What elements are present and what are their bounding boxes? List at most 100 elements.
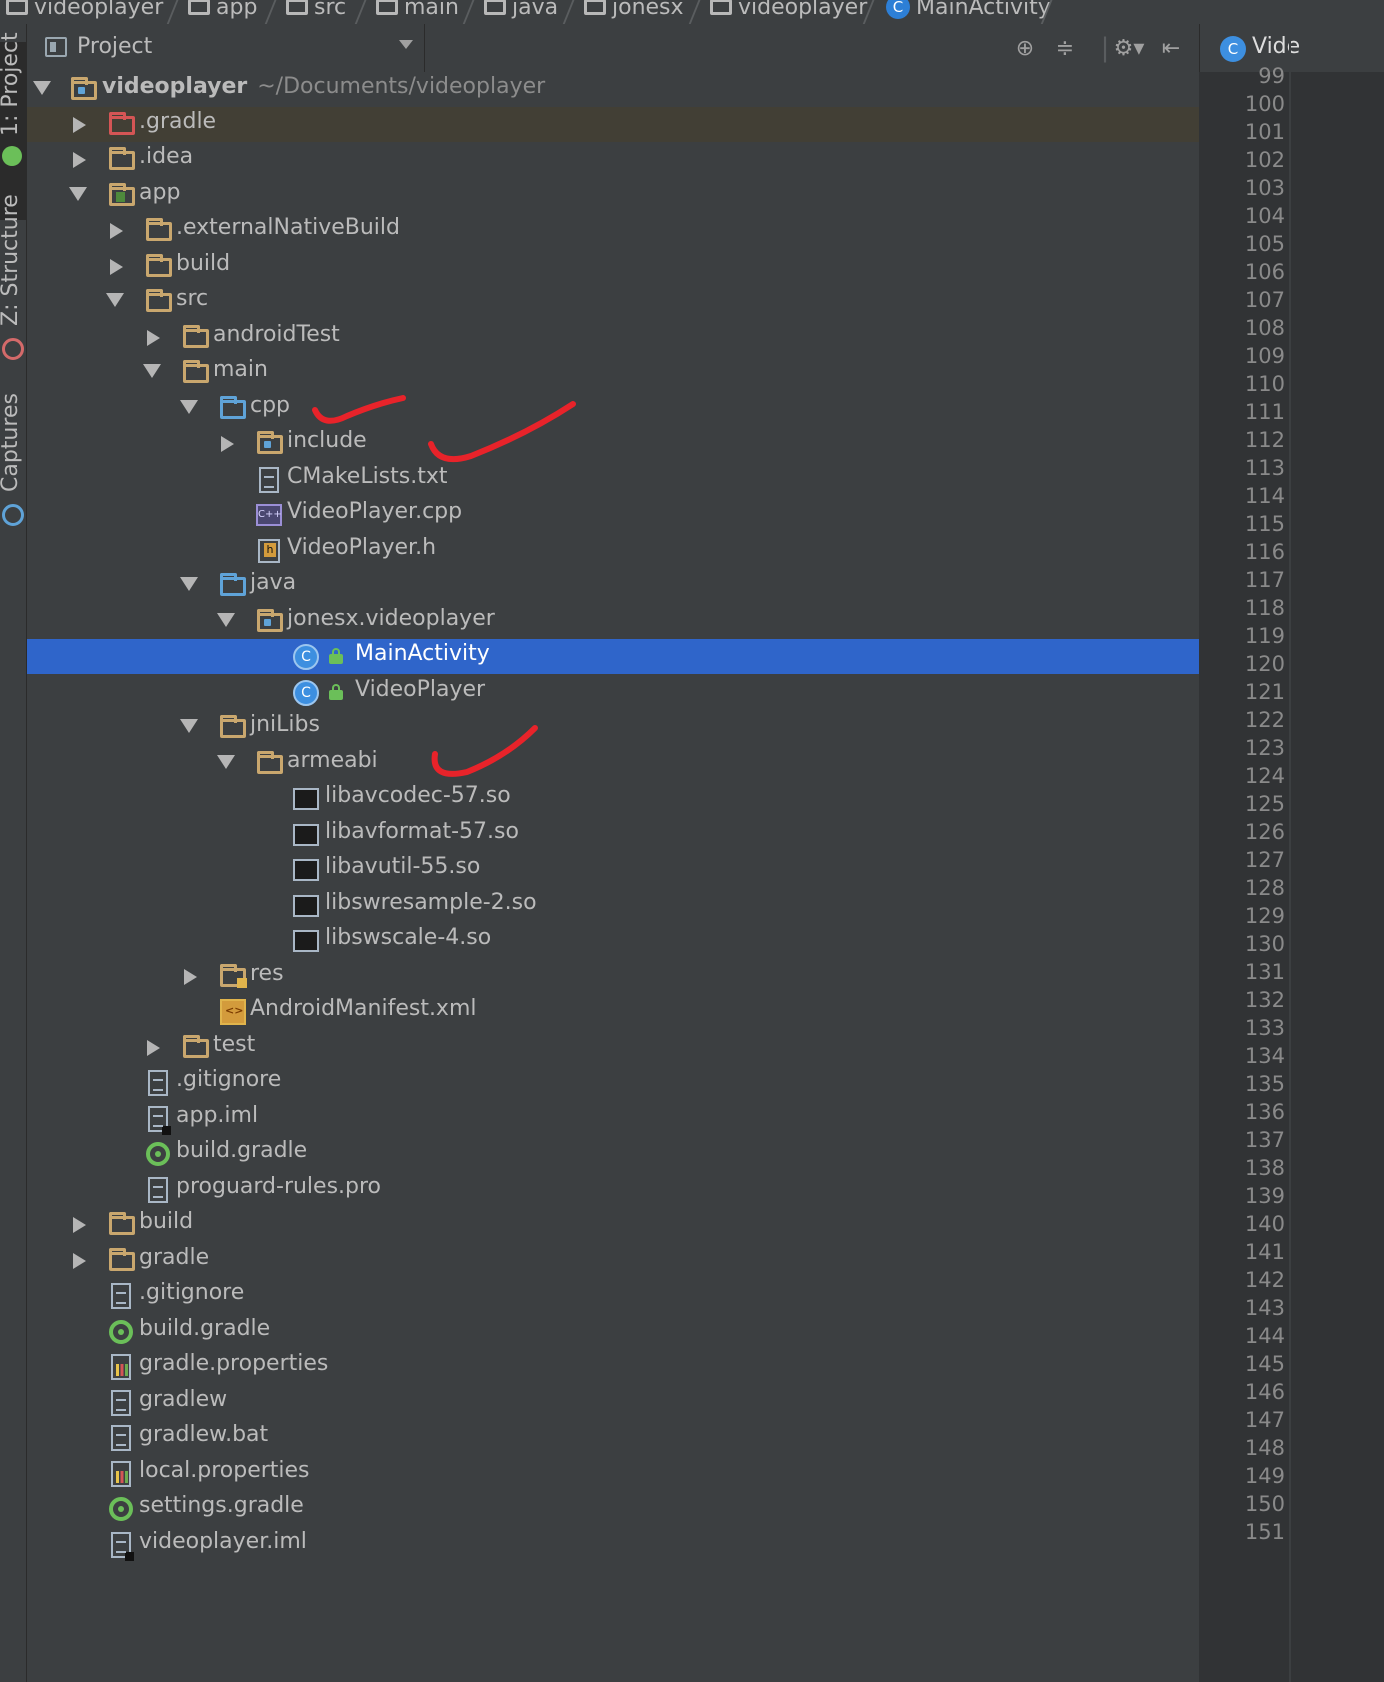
tree-row[interactable]: .idea [27, 142, 1199, 177]
expand-arrow-icon[interactable] [180, 719, 198, 733]
tree-row[interactable]: videoplayer.iml [27, 1527, 1199, 1562]
tree-row[interactable]: .externalNativeBuild [27, 213, 1199, 248]
line-number: 137 [1244, 1128, 1285, 1152]
expand-arrow-icon[interactable] [180, 400, 198, 414]
breadcrumb-src[interactable]: src [286, 0, 346, 22]
tree-row[interactable]: proguard-rules.pro [27, 1172, 1199, 1207]
tree-row[interactable]: armeabi [27, 746, 1199, 781]
line-number: 118 [1244, 596, 1285, 620]
line-number: 123 [1244, 736, 1285, 760]
line-number: 139 [1244, 1184, 1285, 1208]
tree-row[interactable]: local.properties [27, 1456, 1199, 1491]
folder-icon [109, 147, 135, 170]
tree-row[interactable]: gradlew [27, 1385, 1199, 1420]
expand-arrow-icon[interactable] [106, 293, 124, 307]
tree-row[interactable]: libavcodec-57.so [27, 781, 1199, 816]
tree-row[interactable]: res [27, 959, 1199, 994]
line-number: 140 [1244, 1212, 1285, 1236]
expand-arrow-icon[interactable] [69, 187, 87, 201]
collapsed-arrow-icon[interactable] [73, 1217, 86, 1233]
expand-arrow-icon[interactable] [143, 364, 161, 378]
structure-tool-tab[interactable]: Z: Structure [0, 194, 23, 326]
tree-row[interactable]: C VideoPlayer [27, 675, 1199, 710]
chevron-down-icon[interactable] [399, 40, 413, 49]
tree-row[interactable]: src [27, 284, 1199, 319]
tree-row[interactable]: main [27, 355, 1199, 390]
text-file-icon [259, 467, 279, 493]
tree-row[interactable]: libswresample-2.so [27, 888, 1199, 923]
breadcrumb-main[interactable]: main [376, 0, 459, 22]
tree-row[interactable]: build [27, 249, 1199, 284]
line-number: 145 [1244, 1352, 1285, 1376]
gear-icon[interactable]: ⚙▾ [1109, 34, 1149, 62]
tree-row[interactable]: CMakeLists.txt [27, 462, 1199, 497]
tree-row[interactable]: settings.gradle [27, 1491, 1199, 1526]
breadcrumb-jonesx[interactable]: jonesx [584, 0, 684, 22]
expand-arrow-icon[interactable] [180, 577, 198, 591]
tree-row-selected[interactable]: C MainActivity [27, 639, 1199, 674]
scroll-from-source-icon[interactable]: ⊕ [1011, 34, 1039, 62]
line-number: 102 [1244, 148, 1285, 172]
collapsed-arrow-icon[interactable] [73, 1253, 86, 1269]
source-folder-icon [220, 573, 246, 596]
line-number: 113 [1244, 456, 1285, 480]
expand-arrow-icon[interactable] [33, 81, 51, 95]
text-file-icon [148, 1177, 168, 1203]
tree-row[interactable]: build.gradle [27, 1136, 1199, 1171]
tree-row[interactable]: libavformat-57.so [27, 817, 1199, 852]
breadcrumb-videoplayer[interactable]: videoplayer [6, 0, 163, 22]
tree-row-root[interactable]: videoplayer ~/Documents/videoplayer [27, 72, 1199, 107]
tree-row[interactable]: jniLibs [27, 710, 1199, 745]
tree-row[interactable]: libswscale-4.so [27, 923, 1199, 958]
project-view-selector[interactable]: Project [45, 34, 152, 59]
expand-arrow-icon[interactable] [217, 755, 235, 769]
properties-file-icon [111, 1354, 131, 1380]
tree-row[interactable]: .gitignore [27, 1065, 1199, 1100]
collapsed-arrow-icon[interactable] [110, 259, 123, 275]
collapsed-arrow-icon[interactable] [184, 969, 197, 985]
tree-row[interactable]: gradlew.bat [27, 1420, 1199, 1455]
tree-row[interactable]: app.iml [27, 1101, 1199, 1136]
tree-row[interactable]: .gradle [27, 107, 1199, 142]
collapsed-arrow-icon[interactable] [73, 117, 86, 133]
line-number: 103 [1244, 176, 1285, 200]
line-number: 127 [1244, 848, 1285, 872]
text-file-icon [111, 1283, 131, 1309]
manifest-file-icon [220, 999, 246, 1025]
collapsed-arrow-icon[interactable] [147, 1040, 160, 1056]
collapsed-arrow-icon[interactable] [221, 436, 234, 452]
tree-row[interactable]: C++ VideoPlayer.cpp [27, 497, 1199, 532]
breadcrumb-mainactivity[interactable]: C MainActivity [886, 0, 1051, 22]
line-number: 114 [1244, 484, 1285, 508]
tree-row[interactable]: java [27, 568, 1199, 603]
tree-row[interactable]: app [27, 178, 1199, 213]
collapsed-arrow-icon[interactable] [110, 223, 123, 239]
line-number: 128 [1244, 876, 1285, 900]
folder-icon [220, 715, 246, 738]
line-number: 131 [1244, 960, 1285, 984]
tree-row[interactable]: build.gradle [27, 1314, 1199, 1349]
tree-row[interactable]: test [27, 1030, 1199, 1065]
tree-row[interactable]: build [27, 1207, 1199, 1242]
collapsed-arrow-icon[interactable] [147, 330, 160, 346]
breadcrumb-app[interactable]: app [188, 0, 257, 22]
tree-row[interactable]: androidTest [27, 320, 1199, 355]
tree-row[interactable]: cpp [27, 391, 1199, 426]
breadcrumb-java[interactable]: java [484, 0, 558, 22]
tree-row[interactable]: libavutil-55.so [27, 852, 1199, 887]
tree-row[interactable]: VideoPlayer.h [27, 533, 1199, 568]
tree-row[interactable]: include [27, 426, 1199, 461]
project-tool-tab[interactable]: 1: Project [0, 32, 23, 136]
captures-tool-tab[interactable]: Captures [0, 393, 23, 492]
expand-arrow-icon[interactable] [217, 613, 235, 627]
hide-panel-icon[interactable]: ⇤ [1157, 34, 1185, 62]
tree-row[interactable]: jonesx.videoplayer [27, 604, 1199, 639]
tree-row[interactable]: gradle.properties [27, 1349, 1199, 1384]
folder-icon [183, 1035, 209, 1058]
tree-row[interactable]: gradle [27, 1243, 1199, 1278]
tree-row[interactable]: .gitignore [27, 1278, 1199, 1313]
tree-row[interactable]: AndroidManifest.xml [27, 994, 1199, 1029]
collapse-all-icon[interactable]: ≑ [1051, 34, 1079, 62]
collapsed-arrow-icon[interactable] [73, 152, 86, 168]
breadcrumb-videoplayer-package[interactable]: videoplayer [710, 0, 867, 22]
